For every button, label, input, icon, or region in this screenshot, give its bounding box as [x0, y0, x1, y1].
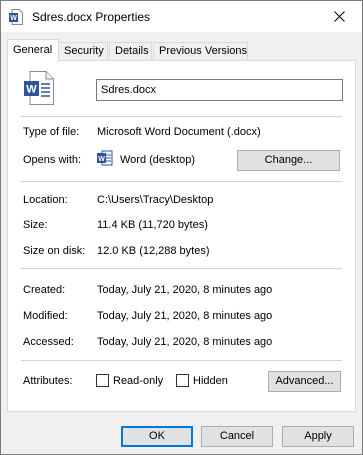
close-icon [333, 11, 345, 22]
ok-button[interactable]: OK [121, 426, 193, 447]
advanced-button[interactable]: Advanced... [268, 371, 341, 392]
hidden-checkbox[interactable] [176, 374, 189, 387]
created-value: Today, July 21, 2020, 8 minutes ago [97, 284, 273, 296]
accessed-value: Today, July 21, 2020, 8 minutes ago [97, 336, 273, 348]
type-of-file-value: Microsoft Word Document (.docx) [97, 126, 261, 138]
svg-text:W: W [26, 84, 37, 96]
accessed-label: Accessed: [23, 336, 74, 348]
separator [21, 181, 342, 182]
word-document-icon: W [24, 71, 54, 105]
modified-label: Modified: [23, 310, 68, 322]
separator [21, 268, 342, 269]
type-of-file-label: Type of file: [23, 126, 80, 138]
svg-text:W: W [10, 15, 17, 22]
file-name-input[interactable]: Sdres.docx [96, 79, 343, 101]
separator [21, 360, 342, 361]
location-label: Location: [23, 194, 68, 206]
size-label: Size: [23, 219, 48, 231]
attributes-label: Attributes: [23, 375, 73, 387]
read-only-checkbox[interactable] [96, 374, 109, 387]
tab-previous-versions[interactable]: Previous Versions [153, 42, 248, 61]
opens-with-value: Word (desktop) [120, 154, 195, 166]
cancel-button[interactable]: Cancel [201, 426, 273, 447]
word-document-icon: W [9, 9, 23, 25]
modified-value: Today, July 21, 2020, 8 minutes ago [97, 310, 273, 322]
created-label: Created: [23, 284, 66, 296]
change-button[interactable]: Change... [237, 150, 340, 171]
location-value: C:\Users\Tracy\Desktop [97, 194, 214, 206]
opens-with-label: Opens with: [23, 154, 82, 166]
size-value: 11.4 KB (11,720 bytes) [97, 219, 208, 231]
separator [21, 116, 342, 117]
apply-button[interactable]: Apply [282, 426, 354, 447]
general-panel: W Sdres.docx Type of file: Microsoft Wor… [7, 60, 356, 412]
tab-general[interactable]: General [7, 39, 59, 62]
hidden-label[interactable]: Hidden [193, 374, 228, 388]
tab-details[interactable]: Details [109, 42, 152, 61]
svg-text:W: W [98, 156, 105, 163]
window-title: Sdres.docx Properties [32, 10, 151, 24]
tab-security[interactable]: Security [58, 42, 108, 61]
read-only-label[interactable]: Read-only [113, 374, 163, 388]
properties-dialog: W Sdres.docx Properties General Security… [0, 0, 363, 455]
size-on-disk-label: Size on disk: [23, 245, 86, 257]
close-button[interactable] [316, 1, 362, 32]
word-app-icon: W [97, 150, 113, 166]
title-bar[interactable]: W Sdres.docx Properties [1, 1, 362, 32]
size-on-disk-value: 12.0 KB (12,288 bytes) [97, 245, 210, 257]
